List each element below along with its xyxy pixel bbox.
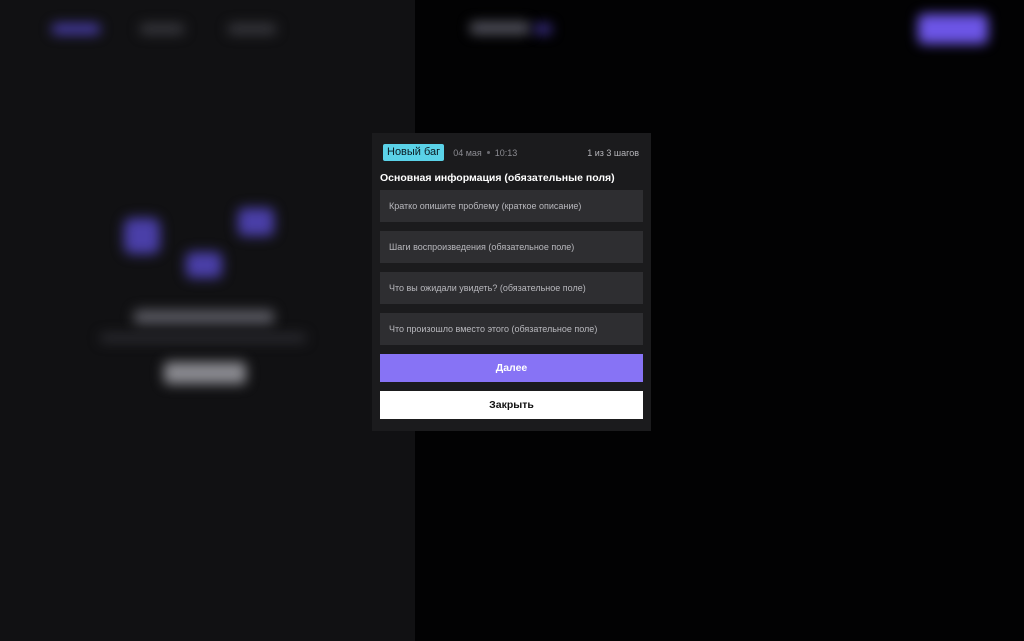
background-illustration — [186, 252, 222, 278]
actual-result-input[interactable] — [380, 313, 643, 345]
new-bug-badge: Новый баг — [383, 144, 445, 161]
background-logo — [470, 22, 530, 34]
background-cta-button — [918, 14, 988, 44]
separator-dot-icon — [486, 151, 490, 154]
section-title: Основная информация (обязательные поля) — [380, 172, 615, 184]
background-subtext — [100, 334, 306, 342]
timestamp: 04 мая 10:13 — [453, 148, 517, 158]
modal-header: Новый баг 04 мая 10:13 1 из 3 шагов — [383, 144, 643, 161]
time-text: 10:13 — [494, 147, 518, 158]
background-logo-accent — [534, 24, 552, 34]
background-nav-item — [228, 24, 276, 34]
page: Новый баг 04 мая 10:13 1 из 3 шагов Осно… — [0, 0, 1024, 641]
step-counter: 1 из 3 шагов — [587, 147, 639, 158]
bug-report-modal: Новый баг 04 мая 10:13 1 из 3 шагов Осно… — [372, 133, 651, 431]
background-illustration — [124, 218, 160, 254]
steps-to-reproduce-input[interactable] — [380, 231, 643, 263]
short-description-input[interactable] — [380, 190, 643, 222]
background-nav-item — [140, 24, 184, 34]
date-text: 04 мая — [453, 147, 482, 158]
background-illustration — [238, 208, 274, 236]
close-button[interactable]: Закрыть — [380, 391, 643, 419]
background-button — [164, 362, 246, 384]
next-button[interactable]: Далее — [380, 354, 643, 382]
expected-result-input[interactable] — [380, 272, 643, 304]
background-heading — [134, 310, 274, 324]
background-nav-item — [52, 24, 100, 34]
